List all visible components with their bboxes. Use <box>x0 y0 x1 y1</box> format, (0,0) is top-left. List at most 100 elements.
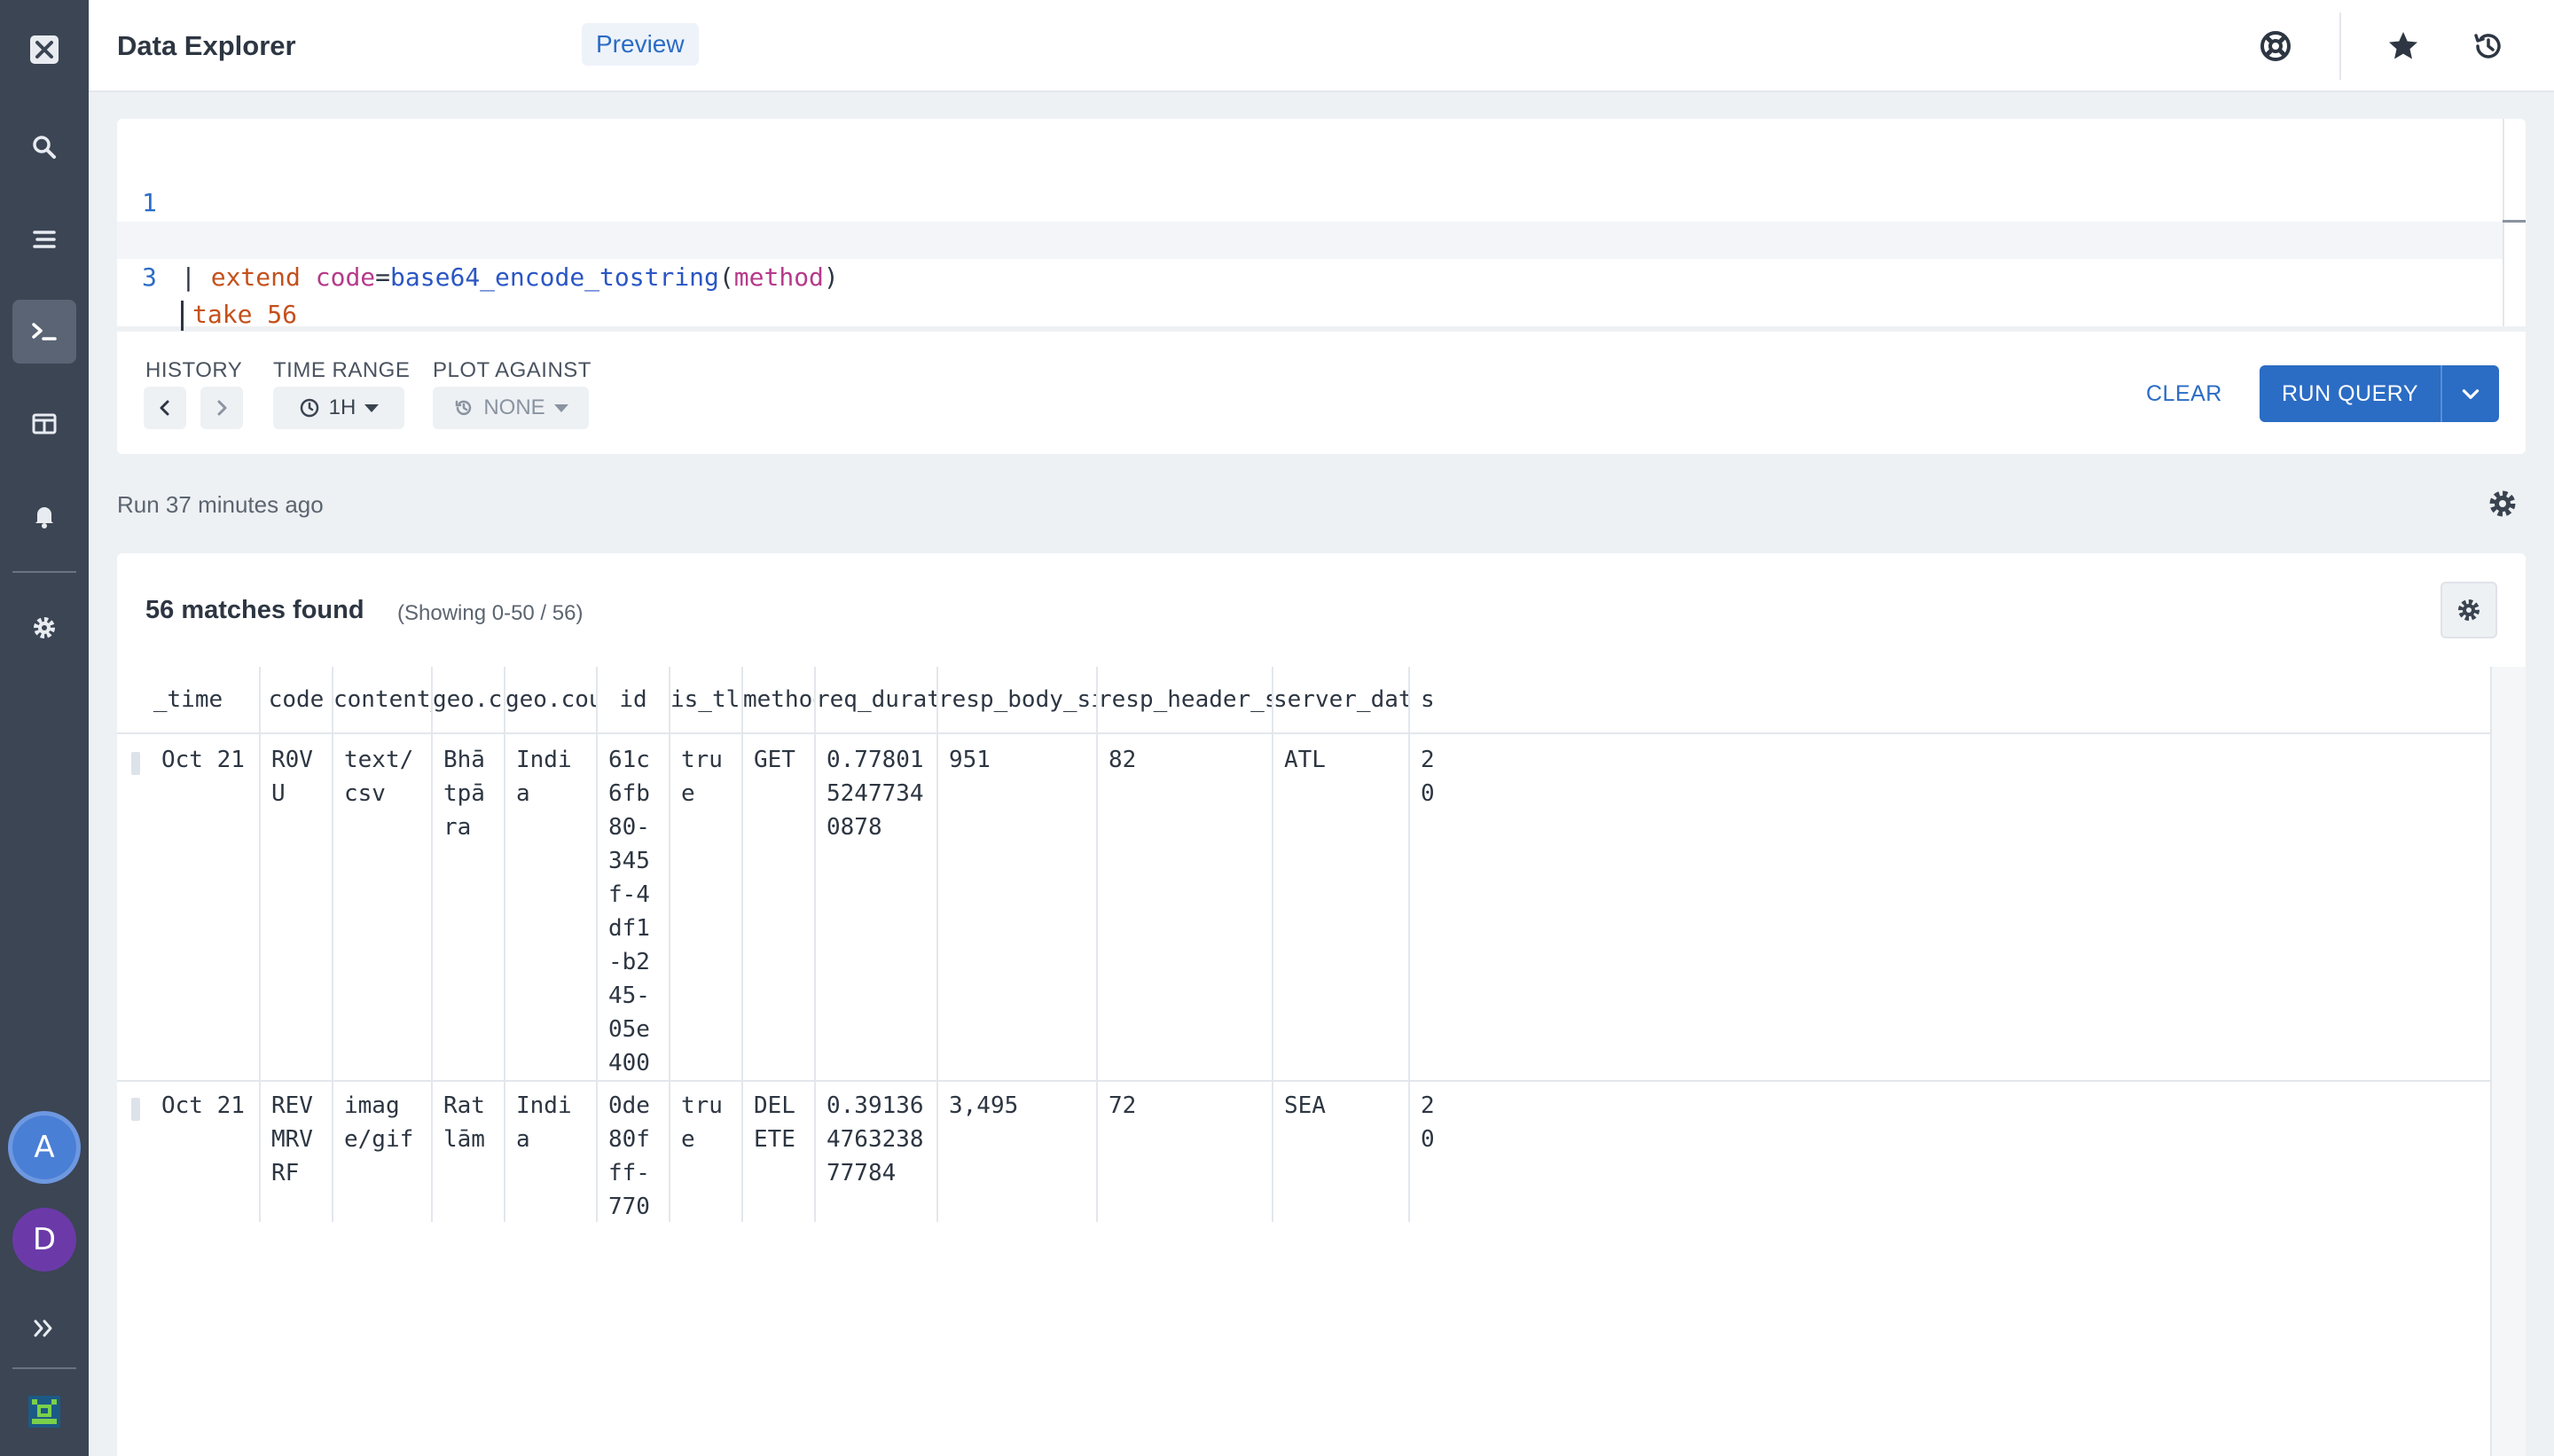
table-cell: 20 <box>1421 1092 1435 1153</box>
query-controls: HISTORY TIME RANGE 1H PLOT AGAINST NONE … <box>117 332 2526 454</box>
column-header-method[interactable]: method <box>743 667 816 732</box>
table-scrollbar[interactable] <box>2490 667 2526 1456</box>
table-cell: Bhātpāra <box>433 734 505 1080</box>
column-header-id[interactable]: id <box>598 667 670 732</box>
bell-icon[interactable] <box>12 484 76 548</box>
column-header-content-type[interactable]: content_type <box>333 667 433 732</box>
search-icon[interactable] <box>12 115 76 179</box>
chevron-down-icon <box>553 403 568 412</box>
table-cell: India <box>505 734 598 1080</box>
gear-icon <box>2458 599 2480 621</box>
sidebar-divider <box>12 571 76 573</box>
clock-icon <box>300 398 318 418</box>
sidebar-divider-bottom <box>12 1367 76 1369</box>
table-cell: 20 <box>1421 747 1435 807</box>
expand-icon[interactable] <box>12 1296 76 1360</box>
chevron-down-icon <box>2462 389 2480 399</box>
streams-icon[interactable] <box>12 207 76 271</box>
history-small-icon <box>456 400 472 416</box>
table-cell: Oct 21 15:26:19 <box>117 1080 261 1222</box>
code-token: extend <box>210 262 316 292</box>
column-header-is-tls[interactable]: is_tls <box>670 667 743 732</box>
table-cell: India <box>505 1080 598 1222</box>
preview-badge[interactable]: Preview <box>582 23 699 66</box>
table-cell: 951 <box>938 734 1098 1080</box>
top-bar: Data Explorer Preview <box>89 0 2554 92</box>
chevron-left-icon <box>160 400 169 416</box>
text-cursor <box>181 301 184 331</box>
avatar-a[interactable]: A <box>12 1115 76 1179</box>
column-header-geo-city[interactable]: geo.city <box>433 667 505 732</box>
time-range-label: TIME RANGE <box>273 358 411 382</box>
showing-range: (Showing 0-50 / 56) <box>397 601 584 625</box>
query-editor[interactable]: 1 ['http-logs'] 2 | extend code=base64_e… <box>117 119 2526 331</box>
table-cell: REVMRVRF <box>261 1080 333 1222</box>
table-cell: true <box>670 1080 743 1222</box>
editor-line-1: 1 ['http-logs'] <box>117 147 375 254</box>
code-token: base64_encode_tostring <box>390 262 719 292</box>
column-header-req-duration-ms[interactable]: req_duration_ms <box>816 667 938 732</box>
table-cell: GET <box>743 734 816 1080</box>
code-token: ) <box>823 262 839 292</box>
settings-gear-icon[interactable] <box>2485 486 2520 521</box>
editor-line-2: 2 | extend code=base64_encode_tostring(m… <box>117 184 839 292</box>
column-header-server-datacenter[interactable]: server_datacenter <box>1273 667 1410 732</box>
code-token: method <box>733 262 824 292</box>
table-cell: Ratlām <box>433 1080 505 1222</box>
column-header-resp-header-size-bytes[interactable]: resp_header_size_bytes <box>1098 667 1273 732</box>
history-back-button[interactable] <box>144 387 186 429</box>
code-token: take <box>192 300 268 329</box>
column-header-geo-country[interactable]: geo.country <box>505 667 598 732</box>
table-cell: Oct 21 15:26:19 <box>117 734 261 1080</box>
code-token: code <box>315 262 376 292</box>
terminal-icon[interactable] <box>12 300 76 364</box>
table-cell: true <box>670 734 743 1080</box>
table-cell: 61c6fb80-345f-4df1-b245-05e4009e9f65 <box>598 734 670 1080</box>
table-cell: 0.39136476323877784 <box>816 1080 938 1222</box>
chevron-right-icon <box>217 400 227 416</box>
matches-count: 56 matches found <box>145 596 364 624</box>
gear-icon[interactable] <box>12 596 76 660</box>
history-icon[interactable] <box>2469 27 2508 66</box>
plot-against-select[interactable]: NONE <box>433 387 589 429</box>
code-token: | <box>181 262 211 292</box>
code-token: = <box>375 262 391 292</box>
results-panel: 56 matches found (Showing 0-50 / 56) _ti… <box>117 553 2526 1456</box>
history-label: HISTORY <box>145 358 243 382</box>
help-icon[interactable] <box>2256 27 2295 66</box>
editor-scrollbar[interactable] <box>2503 119 2526 326</box>
table-settings-button[interactable] <box>2440 582 2497 638</box>
chevron-down-icon <box>364 403 380 412</box>
table-cell: R0VU <box>261 734 333 1080</box>
avatar-d[interactable]: D <box>12 1208 76 1272</box>
table-cell: 72 <box>1098 1080 1273 1222</box>
table-cell: 0de80fff-7701- <box>598 1080 670 1222</box>
org-logo-icon[interactable] <box>12 1380 76 1444</box>
column-header-s[interactable]: s <box>1410 667 1445 732</box>
table-cell: 82 <box>1098 734 1273 1080</box>
column-header-resp-body-size-bytes[interactable]: resp_body_size_bytes <box>938 667 1098 732</box>
table-cell: 0.7780152477340878 <box>816 734 938 1080</box>
run-status: Run 37 minutes ago <box>117 491 324 518</box>
run-options-dropdown[interactable] <box>2442 365 2499 422</box>
history-forward-button[interactable] <box>200 387 243 429</box>
clear-button[interactable]: CLEAR <box>2146 381 2222 407</box>
code-token: ( <box>718 262 734 292</box>
table-cell: 3,495 <box>938 1080 1098 1222</box>
plot-against-label: PLOT AGAINST <box>433 358 591 382</box>
logo-icon[interactable] <box>12 18 76 82</box>
column-header-time[interactable]: _time <box>117 667 261 732</box>
table-cell: ATL <box>1273 734 1410 1080</box>
column-header-code[interactable]: code <box>261 667 333 732</box>
table-cell: image/gif <box>333 1080 433 1222</box>
sidebar: A D <box>0 0 89 1456</box>
code-token: 56 <box>267 300 298 329</box>
run-query-button[interactable]: RUN QUERY <box>2260 365 2499 422</box>
topbar-divider <box>2339 12 2341 80</box>
star-icon[interactable] <box>2384 27 2423 66</box>
dashboard-icon[interactable] <box>12 392 76 456</box>
page-title: Data Explorer <box>117 30 296 61</box>
time-range-select[interactable]: 1H <box>273 387 404 429</box>
table-cell: DELETE <box>743 1080 816 1222</box>
table-cell: SEA <box>1273 1080 1410 1222</box>
